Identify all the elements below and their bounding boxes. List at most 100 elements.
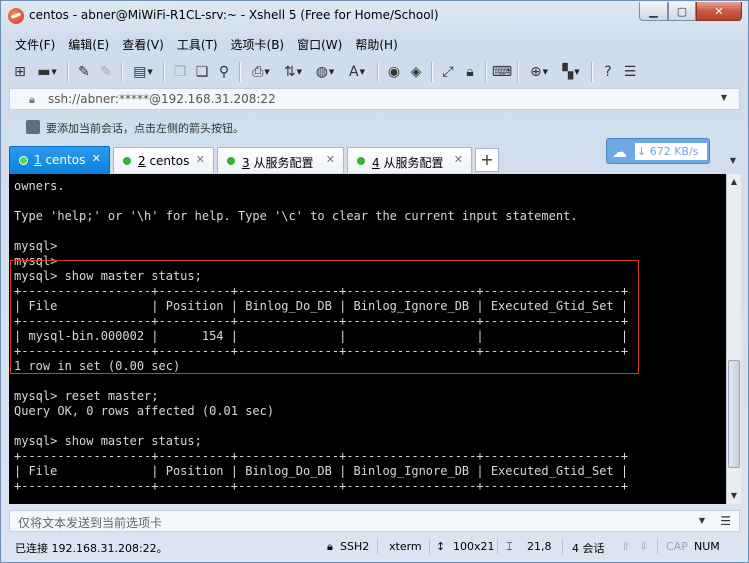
arrow-down-icon[interactable]: ⇩ xyxy=(639,540,648,553)
connected-dot-icon xyxy=(227,157,235,165)
help-icon[interactable]: ? xyxy=(597,61,619,83)
fullscreen-icon[interactable]: ⤢ xyxy=(437,61,459,83)
arrow-session-icon[interactable] xyxy=(26,120,40,134)
menu-tools[interactable]: 工具(T) xyxy=(171,33,225,55)
menu-bar: 文件(F) 编辑(E) 查看(V) 工具(T) 选项卡(B) 窗口(W) 帮助(… xyxy=(9,33,405,55)
title-bar[interactable]: centos - abner@MiWiFi-R1CL-srv:~ - Xshel… xyxy=(1,1,748,31)
resize-icon: ↕ xyxy=(436,540,446,553)
xmanager-icon[interactable]: ◈ xyxy=(405,61,427,83)
network-speed-widget: ☁ ↓ 672 KB/s xyxy=(606,138,710,164)
disconnect-icon[interactable]: ✎ xyxy=(95,61,117,83)
caps-lock-indicator: CAP xyxy=(666,540,688,553)
print-icon[interactable]: ⎙ ▼ xyxy=(245,61,277,83)
xshell-window: centos - abner@MiWiFi-R1CL-srv:~ - Xshel… xyxy=(0,0,749,563)
arrow-up-icon[interactable]: ⇧ xyxy=(621,540,630,553)
reconnect-icon[interactable]: ✎ xyxy=(73,61,95,83)
transfer-icon[interactable]: ⇅ ▼ xyxy=(277,61,309,83)
close-tab-icon[interactable]: ✕ xyxy=(196,153,205,166)
lock-icon[interactable]: 🔒︎ xyxy=(459,61,481,83)
xshell-logo-icon xyxy=(8,8,24,24)
tab-slave-config-4[interactable]: 4 从服务配置 ✕ xyxy=(347,147,472,173)
menu-edit[interactable]: 编辑(E) xyxy=(62,33,116,55)
copy-icon[interactable]: ❐ xyxy=(169,61,191,83)
tab-centos-2[interactable]: 2 centos ✕ xyxy=(113,147,214,173)
status-separator xyxy=(377,539,378,554)
chevron-down-icon[interactable]: ▼ xyxy=(699,516,705,525)
terminal-line: owners. xyxy=(14,179,65,193)
connection-status: 已连接 192.168.31.208:22。 xyxy=(15,542,168,555)
menu-window[interactable]: 窗口(W) xyxy=(291,33,349,55)
address-text[interactable]: ssh://abner:*****@192.168.31.208:22 xyxy=(48,92,276,106)
address-bar[interactable]: 🔒︎ ssh://abner:*****@192.168.31.208:22 ▼ xyxy=(9,88,740,110)
font-icon[interactable]: A ▼ xyxy=(341,61,373,83)
chevron-down-icon[interactable]: ▼ xyxy=(721,93,727,102)
cloud-icon: ☁ xyxy=(612,143,627,161)
close-button[interactable]: ✕ xyxy=(696,2,742,21)
tab-slave-config-3[interactable]: 3 从服务配置 ✕ xyxy=(217,147,344,173)
terminal-scrollbar[interactable]: ▲ ▼ xyxy=(726,174,741,504)
scroll-down-icon[interactable]: ▼ xyxy=(727,488,741,504)
lock-icon: 🔒︎ xyxy=(327,540,333,553)
cursor-icon: ⌶ xyxy=(506,540,513,553)
terminal-size: 100x21 xyxy=(453,540,495,553)
menu-file[interactable]: 文件(F) xyxy=(9,33,62,55)
menu-view[interactable]: 查看(V) xyxy=(116,33,171,55)
status-separator xyxy=(562,539,563,554)
close-tab-icon[interactable]: ✕ xyxy=(454,153,463,166)
close-tab-icon[interactable]: ✕ xyxy=(92,152,101,165)
new-session-icon[interactable]: ⊞ xyxy=(9,61,31,83)
tab-centos-1[interactable]: 1 centos ✕ xyxy=(9,146,110,174)
scroll-thumb[interactable] xyxy=(728,360,740,468)
terminal-line: +------------------+----------+---------… xyxy=(14,479,629,493)
connected-dot-icon xyxy=(19,156,28,165)
menu-tab[interactable]: 选项卡(B) xyxy=(225,33,292,55)
chat-icon[interactable]: ☰ xyxy=(619,61,641,83)
hint-text: 要添加当前会话，点击左侧的箭头按钮。 xyxy=(46,122,244,135)
toolbar-separator xyxy=(239,62,241,82)
status-separator xyxy=(497,539,498,554)
terminal-line: mysql> show master status; xyxy=(14,434,202,448)
paste-icon[interactable]: ❏ xyxy=(191,61,213,83)
cursor-position: 21,8 xyxy=(527,540,552,553)
open-folder-icon[interactable]: ▬ ▼ xyxy=(31,61,63,83)
add-icon[interactable]: ⊕ ▼ xyxy=(523,61,555,83)
menu-help[interactable]: 帮助(H) xyxy=(349,33,404,55)
xftp-icon[interactable]: ◉ xyxy=(383,61,405,83)
status-bar: 已连接 192.168.31.208:22。 🔒︎ SSH2 xterm ↕ 1… xyxy=(9,536,740,558)
new-tab-button[interactable]: + xyxy=(475,148,499,172)
globe-icon[interactable]: ◍ ▼ xyxy=(309,61,341,83)
properties-icon[interactable]: ▤ ▼ xyxy=(127,61,159,83)
compose-input[interactable]: 仅将文本发送到当前选项卡 xyxy=(18,514,162,531)
chevron-down-icon[interactable]: ▼ xyxy=(730,156,736,165)
toolbar-separator xyxy=(591,62,593,82)
toolbar-separator xyxy=(121,62,123,82)
session-hint-bar: 要添加当前会话，点击左侧的箭头按钮。 xyxy=(9,115,740,139)
terminal-line: mysql> reset master; xyxy=(14,389,159,403)
scroll-up-icon[interactable]: ▲ xyxy=(727,174,741,190)
compose-bar[interactable]: 仅将文本发送到当前选项卡 ▼ ☰ xyxy=(9,510,740,532)
terminal-line: +------------------+----------+---------… xyxy=(14,449,629,463)
toolbar-separator xyxy=(485,62,487,82)
tab-bar: 1 centos ✕ 2 centos ✕ 3 从服务配置 ✕ 4 从服务配置 … xyxy=(9,138,740,174)
maximize-button[interactable]: ▢ xyxy=(668,2,696,21)
minimize-button[interactable]: ▁ xyxy=(639,2,668,21)
tab-label: 3 从服务配置 xyxy=(242,156,314,170)
terminal-type: xterm xyxy=(389,540,422,553)
protocol-status: SSH2 xyxy=(340,540,370,553)
menu-icon[interactable]: ☰ xyxy=(720,514,731,528)
keyboard-icon[interactable]: ⌨ xyxy=(491,61,513,83)
toolbar-separator xyxy=(431,62,433,82)
status-separator xyxy=(657,539,658,554)
num-lock-indicator: NUM xyxy=(694,540,720,553)
tab-label: 1 centos xyxy=(34,153,86,167)
status-separator xyxy=(429,539,430,554)
terminal-area[interactable]: owners. Type 'help;' or '\h' for help. T… xyxy=(9,174,726,504)
toolbar: ⊞ ▬ ▼ ✎ ✎ ▤ ▼ ❐ ❏ ⚲ ⎙ ▼ ⇅ ▼ ◍ ▼ A ▼ ◉ ◈ ⤢ 🔒︎ ⌨… xyxy=(9,59,740,85)
close-tab-icon[interactable]: ✕ xyxy=(326,153,335,166)
layout-icon[interactable]: ▚ ▼ xyxy=(555,61,587,83)
lock-icon: 🔒︎ xyxy=(29,93,35,106)
connected-dot-icon xyxy=(357,157,365,165)
find-icon[interactable]: ⚲ xyxy=(213,61,235,83)
terminal-line: | File | Position | Binlog_Do_DB | Binlo… xyxy=(14,464,629,478)
highlight-annotation-box xyxy=(10,260,639,374)
